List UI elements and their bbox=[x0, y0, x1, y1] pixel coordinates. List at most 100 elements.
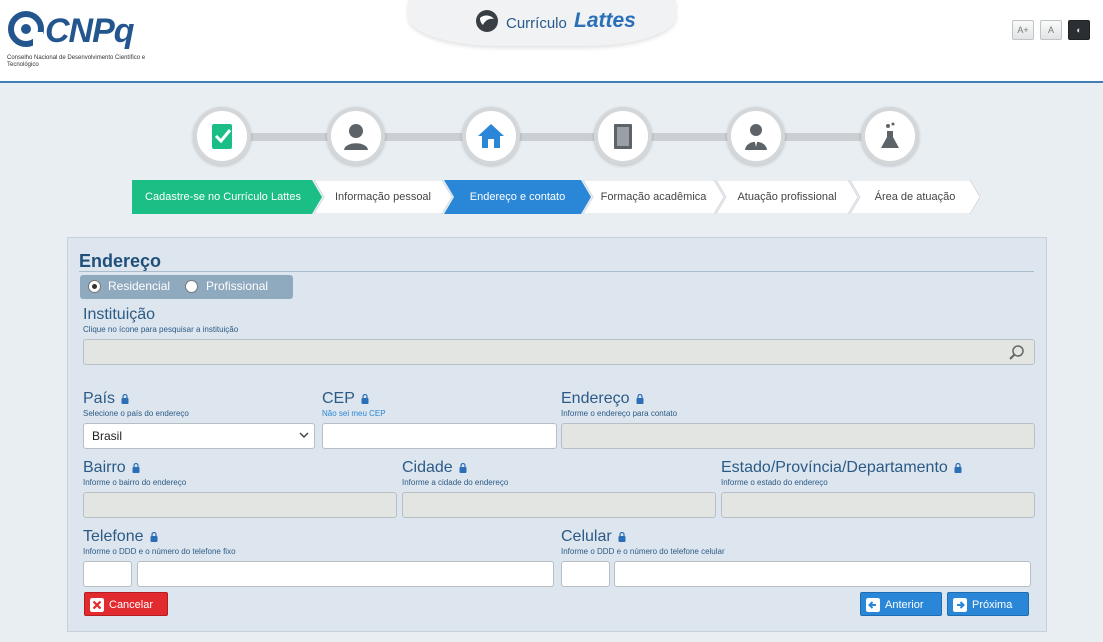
endereco-field[interactable] bbox=[561, 423, 1035, 449]
cancel-button[interactable]: Cancelar bbox=[84, 592, 168, 616]
cnpq-mark-icon bbox=[8, 11, 44, 47]
bairro-input[interactable] bbox=[84, 493, 396, 517]
flask-icon bbox=[881, 122, 899, 148]
high-contrast-button[interactable]: ◐ bbox=[1068, 20, 1090, 40]
lock-icon bbox=[132, 463, 140, 473]
instituicao-input[interactable] bbox=[84, 340, 1034, 364]
form-check-icon bbox=[212, 124, 232, 149]
step-tab-area[interactable]: Área de atuação bbox=[850, 180, 980, 214]
font-increase-button[interactable]: A+ bbox=[1012, 20, 1034, 40]
endereco-hint: Informe o endereço para contato bbox=[561, 409, 678, 418]
telefone-ddd-input[interactable] bbox=[84, 562, 131, 586]
close-icon bbox=[90, 598, 104, 612]
step-circle-area[interactable] bbox=[861, 107, 919, 165]
celular-ddd-input[interactable] bbox=[562, 562, 609, 586]
lattes-globe-icon bbox=[476, 10, 498, 32]
estado-hint: Informe o estado do endereço bbox=[721, 478, 828, 487]
celular-label: Celular bbox=[561, 528, 626, 546]
brand-name: Lattes bbox=[574, 9, 636, 32]
cep-field[interactable] bbox=[322, 423, 557, 449]
search-icon[interactable] bbox=[1008, 344, 1026, 362]
radio-profissional-label[interactable]: Profissional bbox=[206, 279, 268, 293]
telefone-hint: Informe o DDD e o número do telefone fix… bbox=[83, 547, 236, 556]
font-normal-button[interactable]: A bbox=[1040, 20, 1062, 40]
lock-icon bbox=[618, 532, 626, 542]
telefone-ddd-field[interactable] bbox=[83, 561, 132, 587]
next-button-label: Próxima bbox=[972, 599, 1013, 611]
lock-icon bbox=[121, 394, 129, 404]
step-tab-label: Endereço e contato bbox=[469, 191, 566, 203]
header-divider bbox=[0, 81, 1103, 83]
step-tab-label: Formação acadêmica bbox=[600, 191, 707, 203]
cnpq-logo-subtitle: Conselho Nacional de Desenvolvimento Cie… bbox=[7, 55, 146, 68]
instituicao-hint: Clique no ícone para pesquisar a institu… bbox=[83, 325, 239, 334]
lock-icon bbox=[150, 532, 157, 542]
arrow-right-icon bbox=[953, 598, 967, 612]
cnpq-logo-text: CNPq bbox=[45, 12, 135, 50]
step-tab-informacao-pessoal[interactable]: Informação pessoal bbox=[314, 180, 452, 214]
previous-button[interactable]: Anterior bbox=[860, 592, 942, 616]
pais-select[interactable]: Brasil bbox=[83, 423, 315, 449]
step-circle-atuacao[interactable] bbox=[727, 107, 785, 165]
pais-selected-value: Brasil bbox=[92, 429, 123, 443]
step-tab-endereco[interactable]: Endereço e contato bbox=[444, 180, 591, 214]
step-tab-label: Atuação profissional bbox=[737, 191, 837, 203]
telefone-numero-input[interactable] bbox=[138, 562, 553, 586]
telefone-label: Telefone bbox=[83, 528, 158, 546]
professional-icon bbox=[745, 124, 767, 150]
step-circle-endereco[interactable] bbox=[462, 107, 520, 165]
section-title: Endereço bbox=[79, 251, 162, 271]
estado-field[interactable] bbox=[721, 492, 1035, 518]
cep-label: CEP bbox=[322, 390, 369, 408]
radio-profissional[interactable] bbox=[185, 280, 198, 293]
step-circle-informacao-pessoal[interactable] bbox=[327, 107, 385, 165]
bairro-label: Bairro bbox=[83, 459, 140, 477]
endereco-label: Endereço bbox=[561, 390, 644, 408]
book-icon bbox=[614, 124, 632, 149]
pais-label: País bbox=[83, 390, 129, 408]
bairro-hint: Informe o bairro do endereço bbox=[83, 478, 187, 487]
lock-icon bbox=[459, 463, 467, 473]
cep-unknown-link[interactable]: Não sei meu CEP bbox=[322, 409, 386, 418]
header: CNPq Conselho Nacional de Desenvolviment… bbox=[0, 0, 1103, 82]
lock-icon bbox=[954, 463, 962, 473]
instituicao-label: Instituição bbox=[83, 306, 156, 323]
telefone-numero-field[interactable] bbox=[137, 561, 554, 587]
celular-ddd-field[interactable] bbox=[561, 561, 610, 587]
section-divider bbox=[79, 271, 1034, 272]
instituicao-field[interactable] bbox=[83, 339, 1035, 365]
lock-icon bbox=[636, 394, 643, 404]
pais-hint: Selecione o país do endereço bbox=[83, 409, 189, 418]
cidade-input[interactable] bbox=[403, 493, 715, 517]
step-tab-formacao[interactable]: Formação acadêmica bbox=[583, 180, 724, 214]
cidade-field[interactable] bbox=[402, 492, 716, 518]
step-circle-formacao[interactable] bbox=[594, 107, 652, 165]
celular-numero-field[interactable] bbox=[614, 561, 1031, 587]
cidade-label: Cidade bbox=[402, 459, 467, 477]
bairro-field[interactable] bbox=[83, 492, 397, 518]
cancel-button-label: Cancelar bbox=[109, 599, 154, 611]
step-tab-atuacao[interactable]: Atuação profissional bbox=[716, 180, 858, 214]
celular-numero-input[interactable] bbox=[615, 562, 1030, 586]
step-tab-cadastre[interactable]: Cadastre-se no Currículo Lattes bbox=[132, 180, 322, 214]
radio-residencial-label[interactable]: Residencial bbox=[108, 279, 170, 293]
person-icon bbox=[344, 124, 368, 150]
step-tab-label: Área de atuação bbox=[874, 191, 956, 203]
next-button[interactable]: Próxima bbox=[947, 592, 1029, 616]
house-icon bbox=[478, 124, 504, 148]
cidade-hint: Informe a cidade do endereço bbox=[402, 478, 509, 487]
brand-prefix: Currículo bbox=[506, 15, 567, 32]
endereco-input[interactable] bbox=[562, 424, 1034, 448]
curriculo-lattes-brand: Currículo Lattes bbox=[408, 0, 676, 46]
radio-residencial[interactable] bbox=[88, 280, 101, 293]
step-circle-cadastre[interactable] bbox=[193, 107, 251, 165]
estado-input[interactable] bbox=[722, 493, 1034, 517]
cep-input[interactable] bbox=[323, 424, 556, 448]
chevron-down-icon bbox=[299, 432, 309, 439]
arrow-left-icon bbox=[866, 598, 880, 612]
step-tab-label: Cadastre-se no Currículo Lattes bbox=[145, 191, 301, 203]
steps-progress-line bbox=[222, 133, 892, 141]
step-tab-label: Informação pessoal bbox=[335, 191, 431, 203]
address-type-radio-group: Residencial Profissional bbox=[80, 275, 293, 299]
estado-label: Estado/Província/Departamento bbox=[721, 459, 962, 477]
